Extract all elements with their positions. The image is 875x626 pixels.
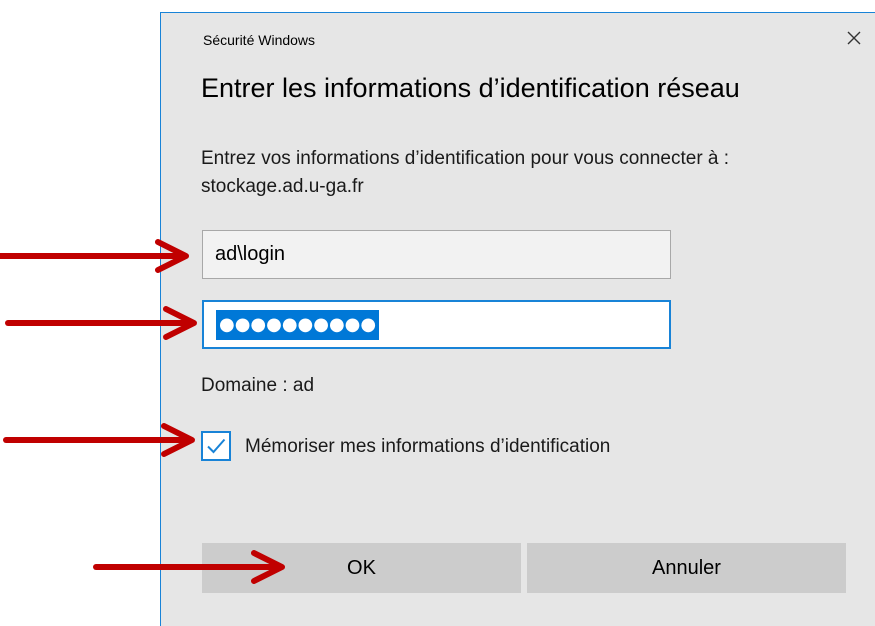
password-selected-text: ●●●●●●●●●● — [216, 310, 380, 340]
username-field[interactable]: ad\login — [202, 230, 671, 279]
password-field[interactable]: ●●●●●●●●●● — [202, 300, 671, 349]
domain-label: Domaine : ad — [201, 375, 315, 396]
window-title: Sécurité Windows — [203, 32, 316, 48]
remember-checkbox[interactable] — [201, 431, 231, 461]
dialog-heading: Entrer les informations d’identification… — [201, 73, 740, 103]
cancel-button[interactable]: Annuler — [527, 543, 846, 593]
checkmark-icon — [207, 438, 226, 454]
dialog-description: Entrez vos informations d’identification… — [201, 148, 730, 197]
arrow-right-icon — [0, 239, 189, 273]
credentials-dialog: Sécurité Windows Entrer les informations… — [160, 12, 875, 626]
screenshot-canvas: Sécurité Windows Entrer les informations… — [0, 0, 875, 626]
close-button[interactable] — [841, 25, 867, 51]
close-icon — [847, 31, 861, 45]
ok-button[interactable]: OK — [202, 543, 521, 593]
remember-checkbox-label[interactable]: Mémoriser mes informations d’identificat… — [245, 433, 665, 461]
